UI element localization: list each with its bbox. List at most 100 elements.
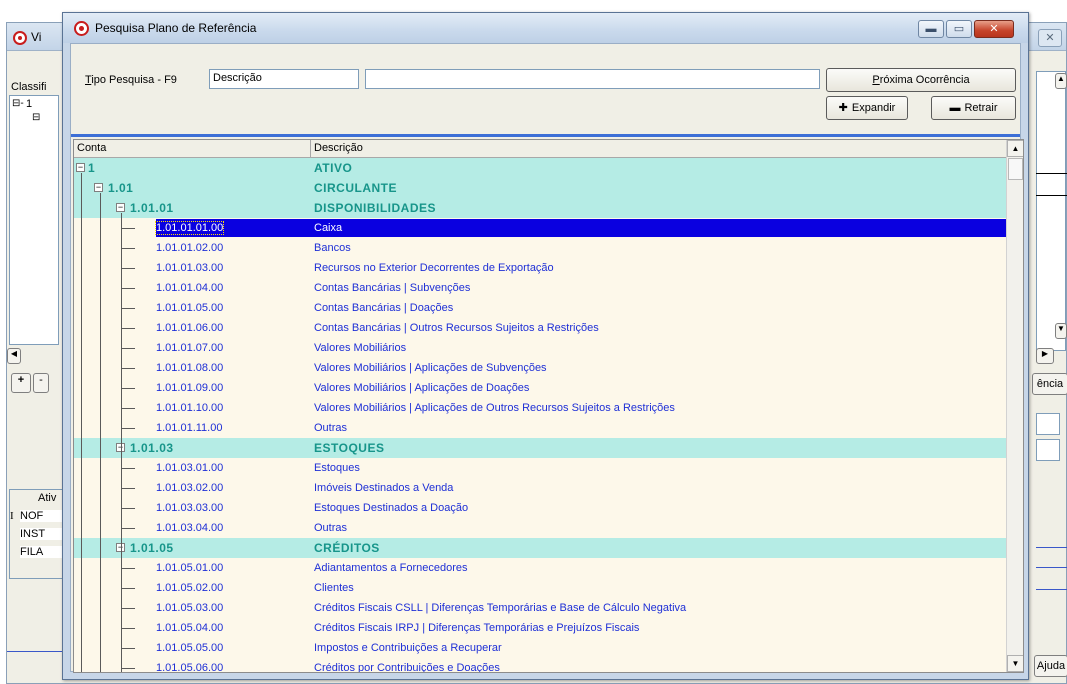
background-collapse-icon[interactable]: - bbox=[33, 373, 49, 393]
description-cell: Contas Bancárias | Subvenções bbox=[314, 282, 471, 294]
tree-line bbox=[121, 308, 135, 309]
description-cell: DISPONIBILIDADES bbox=[314, 201, 437, 215]
description-cell: Estoques bbox=[314, 462, 360, 474]
scroll-thumb[interactable] bbox=[1008, 158, 1023, 180]
description-cell: Bancos bbox=[314, 242, 351, 254]
description-cell: CRÉDITOS bbox=[314, 541, 380, 555]
background-list-header: Ativ bbox=[38, 492, 57, 504]
search-type-label: Tipo Pesquisa - F9 bbox=[85, 74, 177, 86]
description-cell: Clientes bbox=[314, 582, 354, 594]
search-input[interactable] bbox=[365, 69, 820, 89]
tree-line bbox=[121, 328, 135, 329]
background-window-title: Vi bbox=[31, 30, 42, 44]
tree-line bbox=[121, 528, 135, 529]
reference-plan-search-dialog: Pesquisa Plano de Referência ▬ ▭ ✕ Tipo … bbox=[62, 12, 1029, 680]
tree-line bbox=[121, 428, 135, 429]
minus-icon: ▬ bbox=[949, 102, 961, 114]
plus-icon: ✚ bbox=[838, 102, 848, 114]
header-separator bbox=[71, 134, 1020, 137]
description-cell: Valores Mobiliários | Aplicações de Outr… bbox=[314, 402, 675, 414]
tree-connector-lines bbox=[74, 158, 274, 672]
description-cell: Valores Mobiliários | Aplicações de Doaç… bbox=[314, 382, 530, 394]
background-list[interactable]: Ativ I NOF INST FILA bbox=[9, 489, 64, 579]
description-cell: Créditos Fiscais IRPJ | Diferenças Tempo… bbox=[314, 622, 640, 634]
selection-highlight bbox=[156, 219, 1006, 237]
column-header-description[interactable]: Descrição bbox=[311, 140, 1006, 158]
background-expand-icon[interactable]: + bbox=[11, 373, 31, 393]
dialog-client-area: Tipo Pesquisa - F9 Descrição Próxima Oco… bbox=[70, 43, 1024, 673]
grid-header: Conta Descrição bbox=[74, 140, 1006, 158]
dialog-title: Pesquisa Plano de Referência bbox=[95, 21, 257, 35]
description-cell: Outras bbox=[314, 522, 348, 534]
description-cell: Estoques Destinados a Doação bbox=[314, 502, 469, 514]
tree-line bbox=[81, 173, 82, 672]
scroll-up-icon[interactable]: ▲ bbox=[1007, 140, 1023, 157]
app-logo-icon bbox=[74, 21, 89, 36]
background-field-1[interactable] bbox=[1036, 413, 1060, 435]
description-cell: Créditos por Contribuições e Doações bbox=[314, 662, 500, 673]
column-header-account[interactable]: Conta bbox=[74, 140, 311, 158]
background-scroll-left-icon[interactable]: ◀ bbox=[7, 348, 21, 364]
background-list-row[interactable]: NOF bbox=[20, 510, 64, 522]
background-scroll-right-icon[interactable]: ▶ bbox=[1036, 348, 1054, 364]
next-occurrence-button[interactable]: Próxima Ocorrência bbox=[826, 68, 1016, 92]
description-cell: Valores Mobiliários | Aplicações de Subv… bbox=[314, 362, 547, 374]
tree-line bbox=[121, 248, 135, 249]
expand-button[interactable]: ✚ Expandir bbox=[826, 96, 908, 120]
tree-line bbox=[121, 388, 135, 389]
tree-line bbox=[100, 193, 101, 672]
dialog-titlebar[interactable]: Pesquisa Plano de Referência ▬ ▭ ✕ bbox=[63, 13, 1028, 43]
background-scroll-up-icon[interactable]: ▲ bbox=[1055, 73, 1067, 89]
tree-line bbox=[121, 588, 135, 589]
tree-line bbox=[121, 608, 135, 609]
collapse-button[interactable]: ▬ Retrair bbox=[931, 96, 1016, 120]
background-list-row[interactable]: FILA bbox=[20, 546, 64, 558]
account-tree-grid[interactable]: Conta Descrição −1 ATIVO −1.01 CIRCULANTE −1… bbox=[73, 139, 1024, 673]
background-help-button[interactable]: Ajuda bbox=[1034, 655, 1067, 677]
vertical-scrollbar[interactable]: ▲ ▼ bbox=[1006, 140, 1023, 672]
tree-line bbox=[121, 508, 135, 509]
description-cell: Contas Bancárias | Doações bbox=[314, 302, 454, 314]
tree-line bbox=[121, 348, 135, 349]
description-cell: ESTOQUES bbox=[314, 441, 385, 455]
tree-line bbox=[121, 368, 135, 369]
tree-line bbox=[121, 228, 135, 229]
tree-line bbox=[121, 648, 135, 649]
background-tree-panel[interactable]: ⊟- 1 ⊟ bbox=[9, 95, 59, 345]
background-next-button[interactable]: ência bbox=[1032, 373, 1067, 395]
tree-line bbox=[121, 408, 135, 409]
background-tree-root: 1 bbox=[26, 98, 33, 110]
close-button[interactable]: ✕ bbox=[974, 20, 1014, 38]
search-type-field[interactable]: Descrição bbox=[209, 69, 359, 89]
background-list-row[interactable]: INST bbox=[20, 528, 64, 540]
tree-line bbox=[121, 468, 135, 469]
description-cell: Adiantamentos a Fornecedores bbox=[314, 562, 468, 574]
description-cell: Créditos Fiscais CSLL | Diferenças Tempo… bbox=[314, 602, 687, 614]
tree-line bbox=[121, 668, 135, 669]
tree-line bbox=[121, 628, 135, 629]
scroll-down-icon[interactable]: ▼ bbox=[1007, 655, 1023, 672]
minimize-button[interactable]: ▬ bbox=[918, 20, 944, 38]
background-field-2[interactable] bbox=[1036, 439, 1060, 461]
background-column-label: Classifi bbox=[11, 81, 47, 93]
description-cell: Valores Mobiliários bbox=[314, 342, 407, 354]
description-cell: Imóveis Destinados a Venda bbox=[314, 482, 454, 494]
background-tree-expander-2[interactable]: ⊟ bbox=[32, 112, 40, 123]
tree-line bbox=[121, 268, 135, 269]
description-cell: Contas Bancárias | Outros Recursos Sujei… bbox=[314, 322, 599, 334]
tree-line bbox=[121, 288, 135, 289]
background-right-panel bbox=[1036, 71, 1066, 351]
background-list-marker: I bbox=[10, 510, 14, 522]
tree-line bbox=[121, 213, 122, 672]
background-close-icon[interactable]: ✕ bbox=[1038, 29, 1062, 47]
description-cell: Caixa bbox=[314, 222, 343, 234]
tree-line bbox=[121, 568, 135, 569]
maximize-button[interactable]: ▭ bbox=[946, 20, 972, 38]
tree-line bbox=[121, 488, 135, 489]
background-scroll-down-icon[interactable]: ▼ bbox=[1055, 323, 1067, 339]
description-cell: ATIVO bbox=[314, 161, 353, 175]
app-logo-icon bbox=[13, 31, 27, 45]
background-tree-expander[interactable]: ⊟- bbox=[12, 98, 24, 109]
description-cell: Impostos e Contribuições a Recuperar bbox=[314, 642, 502, 654]
description-cell: Outras bbox=[314, 422, 348, 434]
